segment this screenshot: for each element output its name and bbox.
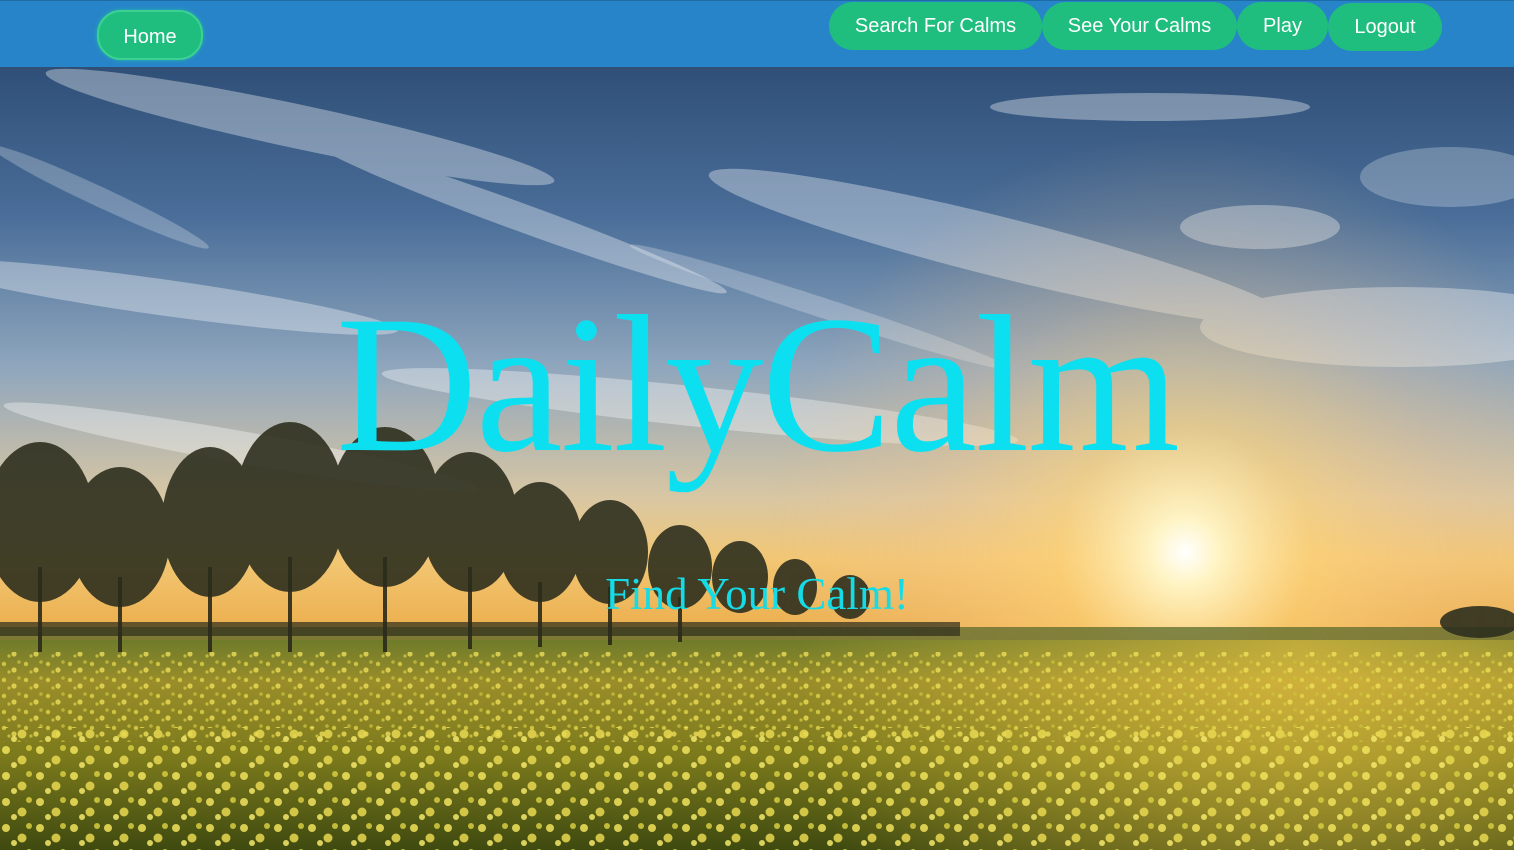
hero-title: DailyCalm <box>335 276 1180 493</box>
logout-button[interactable]: Logout <box>1328 3 1442 51</box>
hero-subtitle: Find Your Calm! <box>605 569 909 619</box>
see-calms-button[interactable]: See Your Calms <box>1042 2 1237 50</box>
search-calms-button[interactable]: Search For Calms <box>829 2 1042 50</box>
page: Home Search For Calms See Your Calms Pla… <box>0 0 1514 850</box>
home-button[interactable]: Home <box>97 10 203 60</box>
hero-background-image: DailyCalm Find Your Calm! <box>0 67 1514 850</box>
play-button[interactable]: Play <box>1237 2 1328 50</box>
top-navbar: Home Search For Calms See Your Calms Pla… <box>0 0 1514 67</box>
